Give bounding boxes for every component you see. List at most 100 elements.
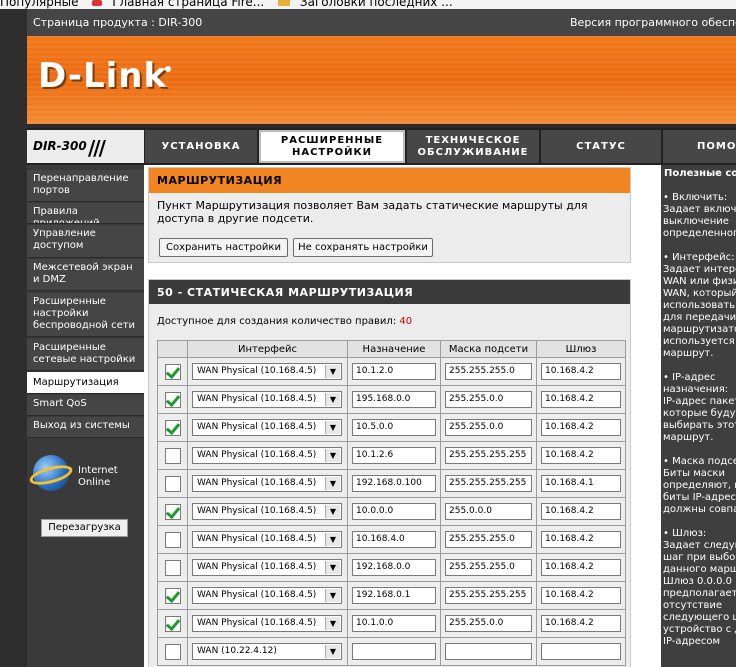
route-interface-select[interactable]: WAN Physical (10.168.4.5) ▼ — [192, 559, 342, 576]
route-destination-input[interactable]: 192.168.0.1 — [352, 587, 436, 604]
help-line: IP-адресом — [663, 636, 721, 647]
route-netmask-input[interactable]: 255.255.0.0 — [445, 419, 532, 436]
route-gateway-input[interactable]: 10.168.4.2 — [541, 363, 621, 380]
route-gateway-input[interactable]: 10.168.4.1 — [541, 475, 621, 492]
route-enable-checkbox[interactable] — [164, 419, 181, 436]
route-interface-select[interactable]: WAN Physical (10.168.4.5) ▼ — [192, 531, 342, 548]
route-destination-input[interactable]: 192.168.0.100 — [352, 475, 436, 492]
route-gateway-input[interactable]: 10.168.4.2 — [541, 447, 621, 464]
firmware-version-label: Версия программного обеспечения — [570, 16, 736, 29]
chevron-down-icon: ▼ — [325, 645, 340, 658]
route-gateway-input[interactable]: 10.168.4.2 — [541, 391, 621, 408]
route-row: WAN Physical (10.168.4.5) ▼ 10.5.0.0 255.25… — [157, 413, 626, 442]
route-netmask-input[interactable]: 255.255.255.255 — [445, 475, 532, 492]
route-destination-cell: 10.1.2.6 — [347, 441, 441, 470]
route-netmask-input[interactable] — [445, 643, 532, 660]
sidebar-item-firewall-dmz[interactable]: Межсетевой экран и DMZ — [27, 259, 144, 291]
route-netmask-input[interactable]: 255.255.0.0 — [445, 615, 532, 632]
sidebar-item-smart-qos[interactable]: Smart QoS — [27, 395, 144, 416]
main-content: МАРШРУТИЗАЦИЯ Пункт Маршрутизация позвол… — [144, 165, 661, 667]
route-destination-input[interactable]: 10.1.0.0 — [352, 615, 436, 632]
available-rules: Доступное для создания количество правил… — [157, 316, 412, 327]
route-interface-select[interactable]: WAN (10.22.4.12) ▼ — [192, 643, 342, 660]
help-line: маршрутизатор — [663, 324, 736, 335]
route-netmask-input[interactable]: 255.255.255.0 — [445, 559, 532, 576]
route-gateway-input[interactable] — [541, 643, 621, 660]
route-gateway-input[interactable]: 10.168.4.2 — [541, 615, 621, 632]
route-gateway-input[interactable]: 10.168.4.2 — [541, 503, 621, 520]
route-destination-input[interactable]: 195.168.0.0 — [352, 391, 436, 408]
route-netmask-input[interactable]: 255.0.0.0 — [445, 503, 532, 520]
route-enable-checkbox[interactable] — [164, 363, 181, 380]
route-netmask-input[interactable]: 255.255.255.255 — [445, 447, 532, 464]
help-line: • Шлюз: — [663, 528, 707, 539]
tab-advanced[interactable]: РАСШИРЕННЫЕ НАСТРОЙКИ — [259, 130, 405, 163]
route-enable-checkbox[interactable] — [164, 531, 181, 548]
route-gateway-input[interactable]: 10.168.4.2 — [541, 531, 621, 548]
save-settings-button[interactable]: Сохранить настройки — [159, 238, 288, 257]
route-interface-select[interactable]: WAN Physical (10.168.4.5) ▼ — [192, 615, 342, 632]
sidebar-item-access-control[interactable]: Управление доступом — [27, 225, 144, 258]
route-interface-select[interactable]: WAN Physical (10.168.4.5) ▼ — [192, 447, 342, 464]
route-row: WAN Physical (10.168.4.5) ▼ 192.168.0.100 2… — [157, 469, 626, 498]
route-destination-input[interactable]: 10.1.2.6 — [352, 447, 436, 464]
route-interface-select[interactable]: WAN Physical (10.168.4.5) ▼ — [192, 419, 342, 436]
route-enable-checkbox[interactable] — [164, 475, 181, 492]
sidebar-item-advanced-network[interactable]: Расширенные сетевые настройки — [27, 339, 144, 371]
help-line: определяют, к — [663, 480, 736, 491]
route-enable-cell — [157, 581, 188, 610]
route-row: WAN (10.22.4.12) ▼ — [157, 637, 626, 666]
route-interface-select[interactable]: WAN Physical (10.168.4.5) ▼ — [192, 363, 342, 380]
route-row: WAN Physical (10.168.4.5) ▼ 192.168.0.0 255… — [157, 553, 626, 582]
route-netmask-input[interactable]: 255.255.255.0 — [445, 363, 532, 380]
route-destination-input[interactable]: 192.168.0.0 — [352, 559, 436, 576]
route-interface-cell: WAN Physical (10.168.4.5) ▼ — [187, 413, 348, 442]
routes-table: Интерфейс Назначение Маска подсети Шлюз … — [157, 340, 626, 666]
route-netmask-input[interactable]: 255.255.255.0 — [445, 531, 532, 548]
route-gateway-input[interactable]: 10.168.4.2 — [541, 419, 621, 436]
tab-status[interactable]: СТАТУС — [540, 130, 661, 163]
dont-save-settings-button[interactable]: Не сохранять настройки — [293, 238, 433, 257]
route-enable-checkbox[interactable] — [164, 643, 181, 660]
route-netmask-input[interactable]: 255.255.255.255 — [445, 587, 532, 604]
route-netmask-input[interactable]: 255.255.0.0 — [445, 391, 532, 408]
route-enable-checkbox[interactable] — [164, 615, 181, 632]
route-enable-checkbox[interactable] — [164, 587, 181, 604]
help-line: шаг при выбор — [663, 552, 736, 563]
route-interface-cell: WAN (10.22.4.12) ▼ — [187, 637, 348, 666]
chevron-down-icon: ▼ — [325, 533, 340, 546]
route-interface-cell: WAN Physical (10.168.4.5) ▼ — [187, 525, 348, 554]
route-destination-cell: 195.168.0.0 — [347, 385, 441, 414]
route-interface-select[interactable]: WAN Physical (10.168.4.5) ▼ — [192, 475, 342, 492]
route-destination-input[interactable]: 10.5.0.0 — [352, 419, 436, 436]
route-destination-input[interactable]: 10.0.0.0 — [352, 503, 436, 520]
route-row: WAN Physical (10.168.4.5) ▼ 10.168.4.0 255.… — [157, 525, 626, 554]
sidebar-item-port-forwarding[interactable]: Перенаправление портов — [27, 170, 144, 202]
route-destination-input[interactable]: 10.168.4.0 — [352, 531, 436, 548]
route-enable-checkbox[interactable] — [164, 391, 181, 408]
route-interface-select[interactable]: WAN Physical (10.168.4.5) ▼ — [192, 391, 342, 408]
tab-help[interactable]: ПОМОЩЬ — [662, 130, 736, 163]
route-interface-cell: WAN Physical (10.168.4.5) ▼ — [187, 469, 348, 498]
sidebar-item-logout[interactable]: Выход из системы — [27, 417, 144, 438]
bookmark-home[interactable]: Главная страница Fire... — [112, 0, 264, 8]
route-gateway-input[interactable]: 10.168.4.2 — [541, 559, 621, 576]
route-destination-input[interactable] — [352, 643, 436, 660]
route-enable-checkbox[interactable] — [164, 447, 181, 464]
sidebar-item-routing[interactable]: Маршрутизация — [27, 372, 144, 394]
route-gateway-input[interactable]: 10.168.4.2 — [541, 587, 621, 604]
tab-setup[interactable]: УСТАНОВКА — [144, 130, 257, 163]
route-enable-cell — [157, 609, 188, 638]
tab-maintenance[interactable]: ТЕХНИЧЕСКОЕ ОБСЛУЖИВАНИЕ — [406, 130, 539, 163]
header-gateway: Шлюз — [536, 340, 626, 358]
route-interface-select[interactable]: WAN Physical (10.168.4.5) ▼ — [192, 587, 342, 604]
reboot-button[interactable]: Перезагрузка — [41, 519, 128, 537]
route-enable-checkbox[interactable] — [164, 503, 181, 520]
sidebar-item-app-rules[interactable]: Правила приложений — [27, 203, 144, 224]
route-destination-input[interactable]: 10.1.2.0 — [352, 363, 436, 380]
sidebar-item-advanced-wireless[interactable]: Расширенные настройки беспроводной сети — [27, 293, 144, 337]
bookmark-popular[interactable]: Популярные — [0, 0, 79, 8]
bookmark-headlines[interactable]: Заголовки последних ... — [300, 0, 453, 8]
route-enable-checkbox[interactable] — [164, 559, 181, 576]
route-interface-select[interactable]: WAN Physical (10.168.4.5) ▼ — [192, 503, 342, 520]
